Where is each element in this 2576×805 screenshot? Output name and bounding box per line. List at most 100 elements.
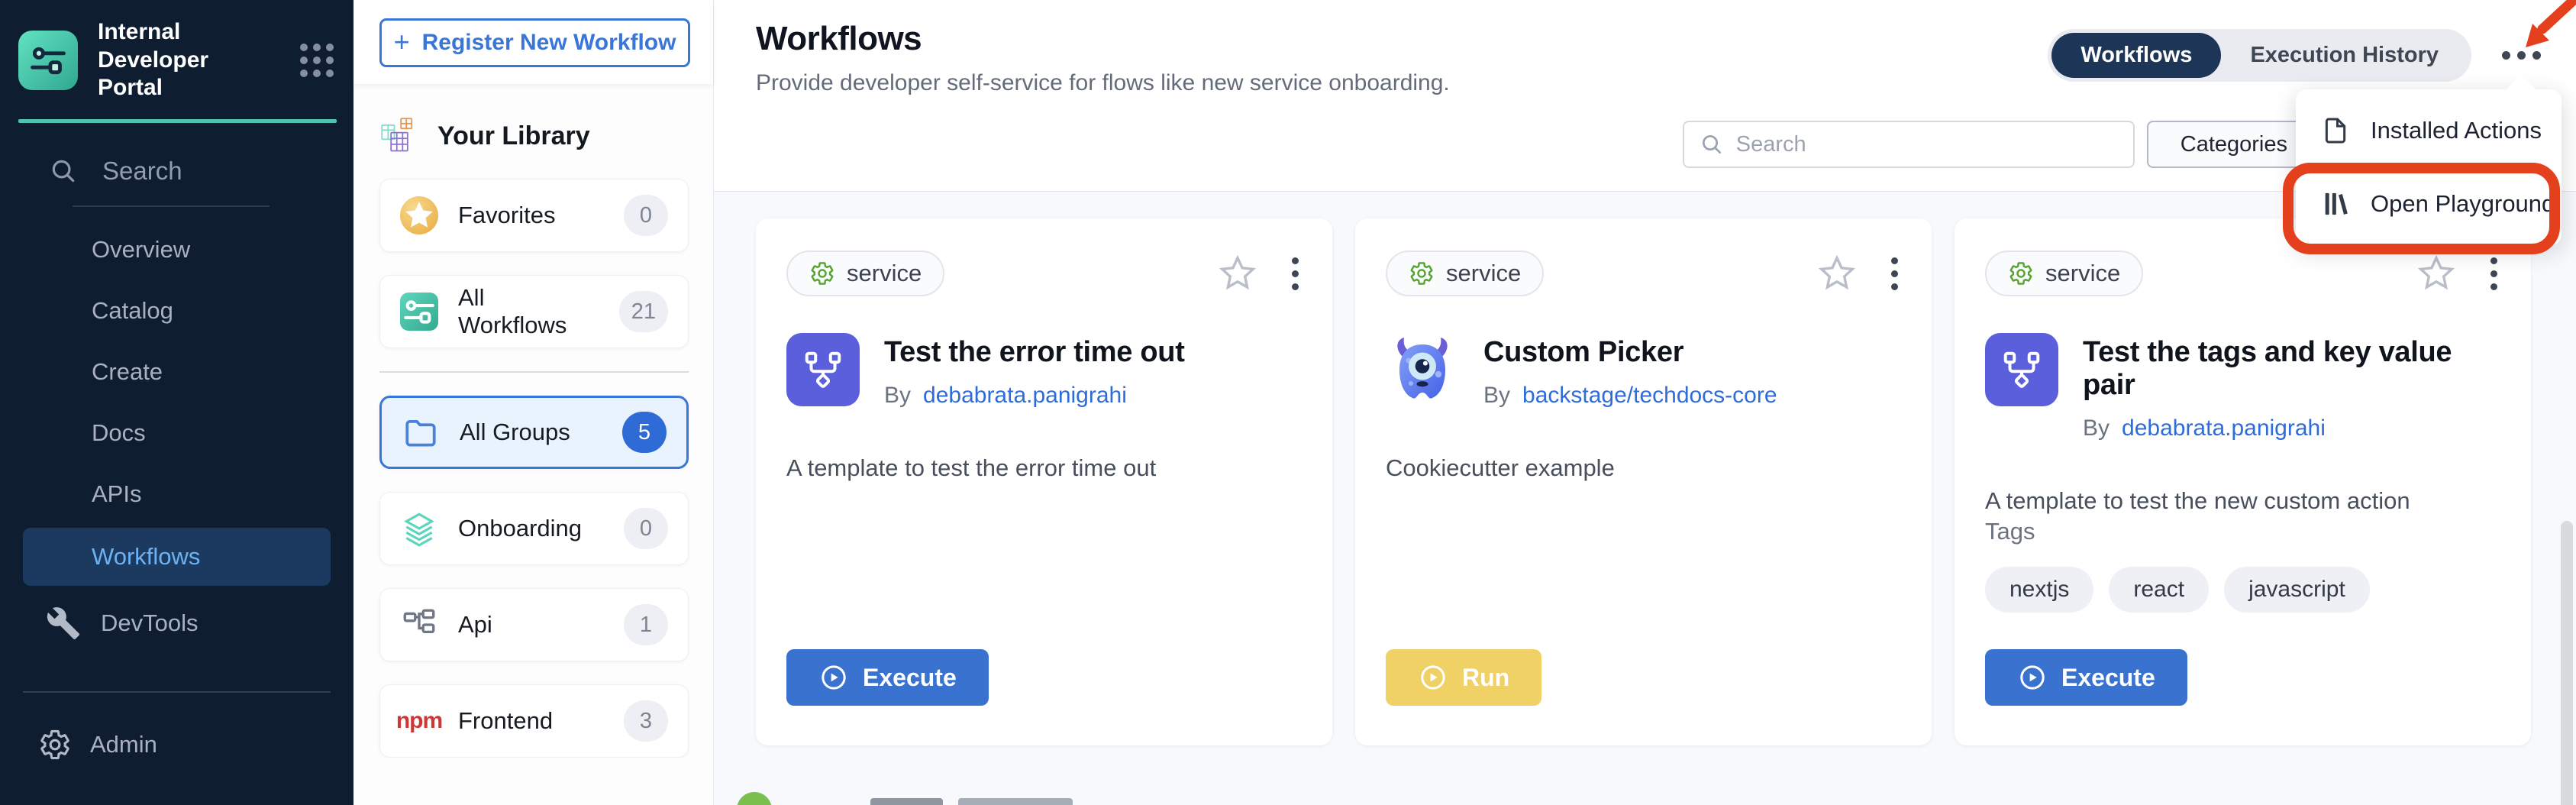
tags-section: Tags nextjs react javascript: [1985, 518, 2500, 613]
card-title: Custom Picker: [1483, 336, 1777, 369]
gear-icon: [2008, 260, 2034, 286]
sidebar-search-label: Search: [102, 157, 182, 186]
count-badge: 5: [622, 412, 667, 453]
sidebar-search[interactable]: Search: [0, 123, 353, 186]
count-badge: 21: [619, 291, 668, 332]
workflow-template-icon: [1985, 333, 2058, 406]
workflow-card-error-time-out: service Test the error time out: [756, 218, 1332, 745]
layers-icon: [400, 509, 438, 548]
library-item-all-groups[interactable]: All Groups 5: [379, 396, 689, 469]
workflow-search-box: [1683, 121, 2135, 168]
service-chip: service: [1386, 251, 1544, 296]
register-new-workflow-button[interactable]: + Register New Workflow: [379, 18, 690, 67]
count-badge: 3: [624, 700, 668, 742]
sidebar-item-apis[interactable]: APIs: [0, 464, 353, 525]
owner-link[interactable]: debabrata.panigrahi: [2122, 415, 2326, 441]
execute-button[interactable]: Execute: [786, 649, 989, 706]
tag-pill: nextjs: [1985, 567, 2093, 613]
service-chip: service: [786, 251, 944, 296]
card-title: Test the tags and key value pair: [2083, 336, 2500, 402]
next-section-text-stub: [870, 798, 943, 805]
categories-dropdown[interactable]: Categories: [2147, 121, 2321, 168]
monster-icon: [1386, 333, 1459, 406]
nodes-icon: [400, 606, 438, 644]
sidebar-item-devtools[interactable]: DevTools: [0, 589, 353, 658]
sidebar-item-create[interactable]: Create: [0, 341, 353, 402]
menu-item-open-playground[interactable]: Open Playground: [2296, 167, 2561, 241]
more-menu-dropdown: Installed Actions Open Playground: [2296, 89, 2561, 245]
workflow-toolbar: Categories: [1683, 121, 2321, 168]
library-item-all-workflows[interactable]: All Workflows 21: [379, 275, 689, 348]
sidebar-item-overview[interactable]: Overview: [0, 219, 353, 280]
brand-row: Internal Developer Portal: [0, 0, 353, 119]
favorite-star-icon[interactable]: [2416, 253, 2457, 294]
primary-sidebar: Internal Developer Portal Search Overvie…: [0, 0, 353, 805]
sidebar-item-admin[interactable]: Admin: [0, 693, 353, 761]
search-icon: [49, 157, 78, 186]
service-chip: service: [1985, 251, 2143, 296]
tag-pill: javascript: [2224, 567, 2370, 613]
count-badge: 1: [624, 604, 668, 645]
apps-grid-icon[interactable]: [300, 44, 334, 77]
library-item-favorites[interactable]: Favorites 0: [379, 179, 689, 252]
folder-icon: [402, 413, 440, 451]
play-icon: [2017, 662, 2048, 693]
card-title: Test the error time out: [884, 336, 1185, 369]
owner-link[interactable]: debabrata.panigrahi: [923, 383, 1127, 409]
gear-icon: [809, 260, 835, 286]
more-menu-button[interactable]: [2500, 47, 2542, 64]
tag-pill: react: [2109, 567, 2209, 613]
app-root: Internal Developer Portal Search Overvie…: [0, 0, 2576, 805]
card-description: A template to test the error time out: [786, 451, 1302, 484]
brand-logo-icon[interactable]: [18, 31, 78, 90]
view-toggle: Workflows Execution History: [2048, 29, 2471, 82]
menu-item-installed-actions[interactable]: Installed Actions: [2296, 94, 2561, 167]
card-menu-icon[interactable]: [1289, 254, 1302, 293]
search-icon: [1700, 132, 1724, 157]
gear-icon: [1409, 260, 1435, 286]
workflow-icon: [400, 293, 438, 331]
next-section-text-stub: [958, 798, 1073, 805]
count-badge: 0: [624, 195, 668, 236]
workflow-grid: service Test the error time out: [714, 192, 2576, 805]
document-icon: [2320, 115, 2351, 146]
library-item-frontend[interactable]: npm Frontend 3: [379, 684, 689, 758]
card-menu-icon[interactable]: [2487, 254, 2500, 293]
sidebar-item-docs[interactable]: Docs: [0, 402, 353, 464]
sidebar-item-workflows[interactable]: Workflows: [23, 528, 331, 586]
sidebar-item-catalog[interactable]: Catalog: [0, 280, 353, 341]
execute-button[interactable]: Execute: [1985, 649, 2187, 706]
brand-title: Internal Developer Portal: [98, 18, 277, 102]
library-cubes-icon: [379, 116, 419, 156]
tab-workflows[interactable]: Workflows: [2051, 33, 2221, 78]
card-menu-icon[interactable]: [1888, 254, 1901, 293]
library-body: Your Library Favorites 0 All Workflows 2…: [353, 84, 713, 758]
sidebar-search-divider: [73, 205, 270, 207]
library-header: Your Library: [379, 116, 689, 156]
run-button[interactable]: Run: [1386, 649, 1541, 706]
plus-icon: +: [394, 26, 410, 58]
owner-link[interactable]: backstage/techdocs-core: [1522, 383, 1777, 409]
sidebar-nav: Overview Catalog Create Docs APIs Workfl…: [0, 219, 353, 658]
npm-logo: npm: [400, 702, 438, 740]
vertical-scrollbar[interactable]: [2561, 521, 2573, 805]
library-title: Your Library: [437, 121, 590, 151]
library-item-api[interactable]: Api 1: [379, 588, 689, 661]
favorite-star-icon[interactable]: [1217, 253, 1258, 294]
workflow-card-tags-key-value: service Test the tags and key value pair: [1955, 218, 2531, 745]
star-coin-icon: [400, 196, 438, 234]
library-icon: [2320, 189, 2351, 219]
library-item-onboarding[interactable]: Onboarding 0: [379, 492, 689, 565]
play-icon: [1418, 662, 1448, 693]
tab-execution-history[interactable]: Execution History: [2221, 33, 2468, 78]
library-panel: + Register New Workflow Your Library Fav…: [353, 0, 714, 805]
header-controls: Workflows Execution History: [2048, 29, 2542, 82]
favorite-star-icon[interactable]: [1816, 253, 1858, 294]
card-description: Cookiecutter example: [1386, 451, 1901, 484]
wrench-icon: [46, 606, 81, 641]
search-input[interactable]: [1736, 132, 2118, 157]
tags-label: Tags: [1985, 518, 2500, 545]
workflow-card-custom-picker: service: [1355, 218, 1932, 745]
gear-icon: [38, 728, 72, 761]
workflow-template-icon: [786, 333, 860, 406]
